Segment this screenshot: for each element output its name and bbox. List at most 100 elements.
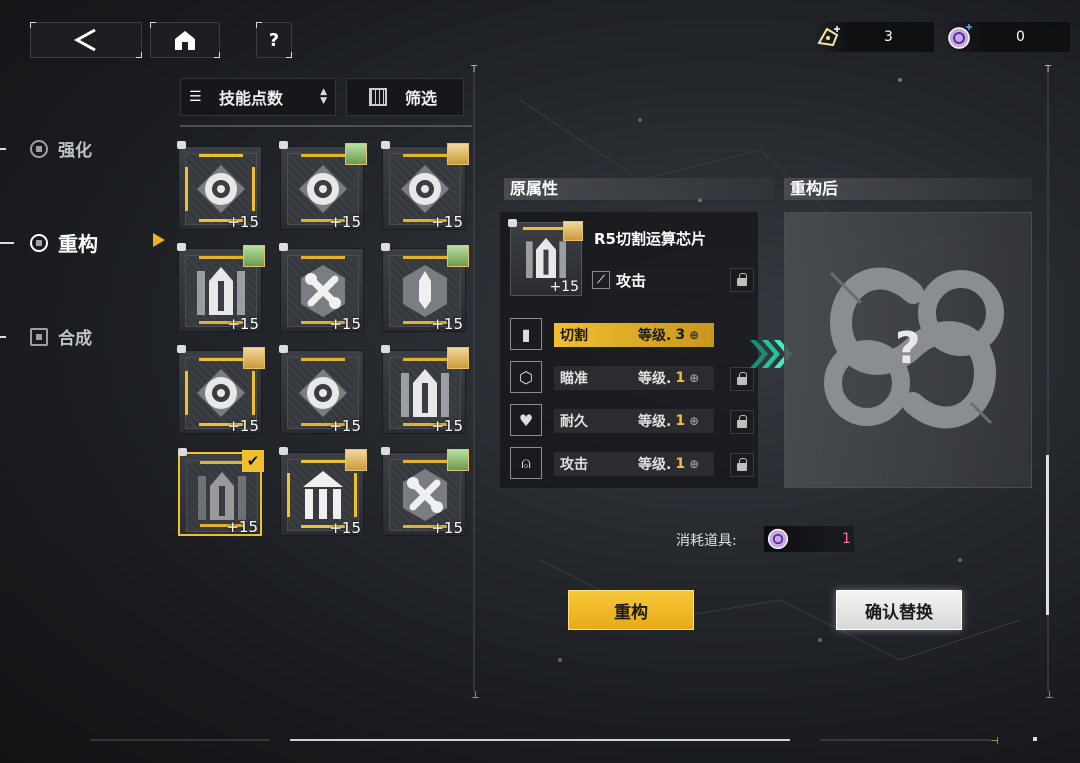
gold-rim — [199, 256, 243, 259]
confirm-replace-button[interactable]: 确认替换 — [836, 590, 962, 630]
chip-card[interactable]: +15 — [177, 345, 265, 435]
chip-level: +15 — [431, 519, 463, 537]
active-pointer-icon — [153, 233, 165, 247]
character-avatar — [563, 221, 583, 241]
help-button[interactable]: ? — [256, 22, 292, 58]
gold-rim — [199, 358, 243, 361]
attribute-name: 耐久 — [560, 414, 588, 430]
cost-label: 消耗道具: — [676, 533, 737, 549]
attribute-lock[interactable] — [730, 453, 754, 477]
main-stat-lock[interactable] — [730, 268, 754, 292]
gold-rim — [185, 167, 188, 211]
attribute-icon: ⬡ — [510, 361, 542, 393]
reconstruct-button[interactable]: 重构 — [568, 590, 694, 630]
attribute-level: 1 — [675, 413, 686, 429]
attribute-level: 3 — [675, 327, 686, 343]
zoom-icon[interactable]: ⊕ — [689, 414, 699, 428]
nav-item-enhance[interactable]: 强化 — [0, 136, 92, 161]
zoom-icon[interactable]: ⊕ — [689, 328, 699, 342]
chip-level: +15 — [431, 213, 463, 231]
chip-card[interactable]: +15 — [381, 141, 469, 231]
lock-icon — [381, 447, 390, 455]
nav-item-reconstruct[interactable]: 重构 — [0, 228, 98, 257]
character-avatar — [243, 347, 265, 369]
reconstruct-token-icon — [948, 24, 972, 49]
attribute-lock[interactable] — [730, 410, 754, 434]
sort-label: 技能点数 — [219, 89, 284, 108]
attribute-level-label: 等级. — [638, 457, 672, 473]
attribute-level-label: 等级. — [638, 328, 672, 344]
filter-button[interactable]: 筛选 — [346, 78, 464, 116]
lock-icon — [381, 345, 390, 353]
nav-item-label: 强化 — [58, 141, 92, 161]
svg-text:⊥: ⊥ — [1045, 690, 1054, 701]
gold-rim — [252, 371, 255, 415]
lock-icon — [508, 219, 517, 227]
sort-dropdown[interactable]: ☰ 技能点数 ▲ ▼ — [180, 78, 336, 116]
nav-dash — [0, 335, 6, 338]
main-stat-icon: ⟋ — [592, 271, 610, 289]
zoom-icon[interactable]: ⊕ — [689, 457, 699, 471]
character-avatar — [447, 449, 469, 471]
gold-rim — [403, 460, 447, 463]
gold-rim — [403, 154, 447, 157]
gold-rim — [403, 358, 447, 361]
chip-level: +15 — [226, 518, 258, 536]
unknown-mark: ? — [895, 323, 921, 374]
selected-check-icon: ✔ — [242, 450, 264, 472]
back-button[interactable] — [30, 22, 142, 58]
nav-dash — [0, 147, 6, 150]
zoom-icon[interactable]: ⊕ — [689, 371, 699, 385]
attribute-icon: ▮ — [510, 318, 542, 350]
chip-card[interactable]: +15 — [279, 141, 367, 231]
home-icon — [175, 31, 195, 50]
gold-rim — [403, 256, 447, 259]
home-button[interactable] — [150, 22, 220, 58]
character-avatar — [447, 143, 469, 165]
resource-token[interactable]: 0 — [944, 22, 1070, 52]
chip-level: +15 — [329, 315, 361, 333]
main-stat: ⟋ 攻击 — [590, 268, 716, 292]
chip-level: +15 — [227, 417, 259, 435]
chip-card[interactable]: +15 — [381, 447, 469, 537]
lock-icon — [279, 243, 288, 251]
chip-card[interactable]: +15 — [279, 243, 364, 333]
lock-icon — [178, 448, 187, 456]
attribute-bar: 瞄准 等级. 1 ⊕ — [554, 366, 714, 390]
chip-card[interactable]: +15 — [177, 141, 262, 231]
cost-value: 1 — [842, 531, 851, 547]
attribute-icon: ⍝ — [510, 447, 542, 479]
character-avatar — [345, 143, 367, 165]
chip-level: +15 — [329, 213, 361, 231]
character-avatar — [243, 245, 265, 267]
character-avatar — [345, 449, 367, 471]
padlock-icon — [737, 457, 747, 471]
chip-card[interactable]: +15 — [279, 447, 367, 537]
filter-label: 筛选 — [405, 89, 438, 108]
filter-icon — [369, 88, 387, 106]
chip-card[interactable]: +15 — [177, 243, 265, 333]
attribute-lock[interactable] — [730, 367, 754, 391]
lock-icon — [381, 141, 390, 149]
nav-item-label: 合成 — [58, 329, 92, 349]
chip-card[interactable]: +15 — [381, 345, 469, 435]
attribute-level: 1 — [675, 370, 686, 386]
resource-ticket[interactable]: 3 — [814, 22, 934, 52]
lock-icon — [381, 243, 390, 251]
chip-card[interactable]: +15 — [381, 243, 469, 333]
nav-dash — [0, 241, 14, 244]
attribute-name: 攻击 — [560, 457, 588, 473]
attribute-row: ▮ 切割 等级. 3 ⊕ — [510, 318, 756, 352]
lock-icon — [177, 345, 186, 353]
result-panel: ? — [784, 212, 1032, 488]
chip-level: +15 — [329, 417, 361, 435]
chip-level: +15 — [549, 279, 579, 295]
nav-item-synthesize[interactable]: 合成 — [0, 324, 92, 349]
padlock-icon — [737, 414, 747, 428]
nav-item-label: 重构 — [58, 232, 98, 256]
chip-card[interactable]: +15 — [279, 345, 364, 435]
chip-card[interactable]: ✔ +15 — [178, 448, 264, 536]
character-avatar — [447, 245, 469, 267]
gold-rim — [185, 371, 188, 415]
attribute-row: ⍝ 攻击 等级. 1 ⊕ — [510, 447, 756, 481]
